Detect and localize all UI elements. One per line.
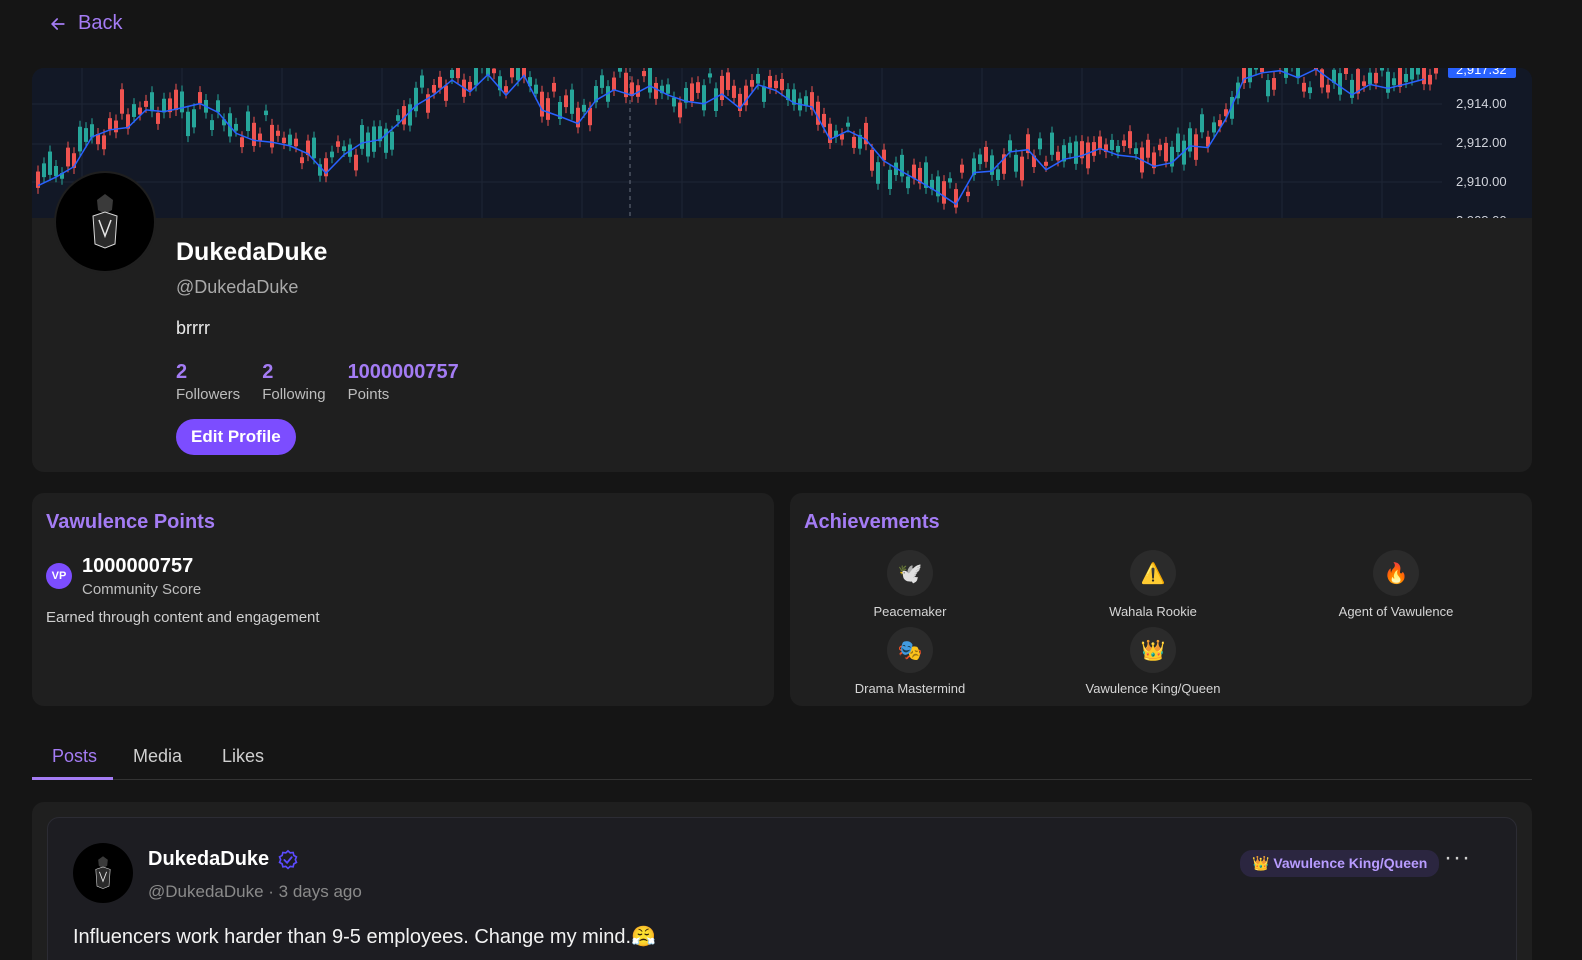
stat-label: Points [347,386,390,403]
back-button[interactable]: Back [48,12,122,35]
points-score-label: Community Score [82,581,202,598]
stat-value: 1000000757 [347,361,459,383]
profile-bio: brrrr [176,318,210,338]
back-label: Back [78,12,123,34]
posts-feed: DukedaDuke @DukedaDuke · 3 days ago 👑 Va… [32,802,1532,960]
active-tab-indicator [32,777,113,780]
profile-banner: 2,917.32 2,914.00 2,912.00 2,910.00 2,908.00 [32,68,1532,218]
fire-icon: 🔥 [1373,550,1419,596]
achievements-card: Achievements 🕊️ Peacemaker ⚠️ Wahala Roo… [790,493,1532,706]
tab-media[interactable]: Media [133,746,182,767]
points-title: Vawulence Points [46,511,215,533]
stat-value: 2 [262,361,274,383]
masks-icon: 🎭 [887,627,933,673]
candlestick-banner-image: 2,917.32 2,914.00 2,912.00 2,910.00 2,908.00 [32,68,1532,218]
achievement-drama-mastermind[interactable]: 🎭 Drama Mastermind [810,627,1010,696]
post-rank-badge: 👑 Vawulence King/Queen [1240,850,1440,877]
post-avatar[interactable] [73,843,133,903]
dove-icon: 🕊️ [887,550,933,596]
edit-profile-button[interactable]: Edit Profile [176,419,296,455]
achievement-vawulence-king-queen[interactable]: 👑 Vawulence King/Queen [1053,627,1253,696]
stat-points: 1000000757 Points [348,361,459,403]
achievement-label: Peacemaker [873,604,947,619]
profile-name: DukedaDuke [176,238,328,266]
avatar-figure-icon [95,856,111,889]
achievement-label: Vawulence King/Queen [1085,681,1221,696]
post-text: Influencers work harder than 9-5 employe… [73,926,656,948]
vawulence-points-card: Vawulence Points VP 1000000757 Community… [32,493,774,706]
achievements-title: Achievements [804,511,940,533]
vp-badge-icon: VP [46,563,72,589]
tab-posts[interactable]: Posts [52,746,97,767]
profile-card: 2,917.32 2,914.00 2,912.00 2,910.00 2,908.00… [32,68,1532,472]
stat-followers[interactable]: 2 Followers [176,361,240,403]
tab-likes[interactable]: Likes [222,746,264,767]
svg-text:2,914.00: 2,914.00 [1456,96,1507,111]
achievement-label: Agent of Vawulence [1338,604,1454,619]
arrow-left-icon [50,17,65,30]
svg-text:2,917.32: 2,917.32 [1456,68,1507,77]
stat-label: Following [262,386,326,403]
profile-tabs: Posts Media Likes [32,734,1532,780]
post-meta: @DukedaDuke · 3 days ago [148,882,362,901]
achievement-wahala-rookie[interactable]: ⚠️ Wahala Rookie [1053,550,1253,619]
profile-info: DukedaDuke @DukedaDuke brrrr 2 Followers… [176,238,459,455]
stat-following[interactable]: 2 Following [262,361,325,403]
post-author-name[interactable]: DukedaDuke [148,848,269,871]
points-description: Earned through content and engagement [46,609,320,626]
achievement-label: Drama Mastermind [854,681,966,696]
crown-icon: 👑 [1130,627,1176,673]
verified-badge-icon [278,849,298,870]
post-card[interactable]: DukedaDuke @DukedaDuke · 3 days ago 👑 Va… [47,817,1517,960]
stat-value: 2 [176,361,188,383]
points-row: VP 1000000757 Community Score [46,555,201,598]
profile-handle: @DukedaDuke [176,277,299,297]
avatar-figure-icon [92,194,118,249]
post-author: DukedaDuke [148,848,299,871]
more-options-icon[interactable]: ··· [1444,844,1471,872]
achievement-agent-of-vawulence[interactable]: 🔥 Agent of Vawulence [1296,550,1496,619]
svg-text:2,912.00: 2,912.00 [1456,135,1507,150]
svg-text:2,908.00: 2,908.00 [1456,213,1507,218]
avatar[interactable] [54,171,156,273]
warning-icon: ⚠️ [1130,550,1176,596]
svg-text:2,910.00: 2,910.00 [1456,174,1507,189]
profile-stats: 2 Followers 2 Following 1000000757 Point… [176,361,459,403]
stat-label: Followers [176,386,241,403]
points-score: 1000000757 [82,555,194,577]
achievement-label: Wahala Rookie [1109,604,1197,619]
achievement-peacemaker[interactable]: 🕊️ Peacemaker [810,550,1010,619]
